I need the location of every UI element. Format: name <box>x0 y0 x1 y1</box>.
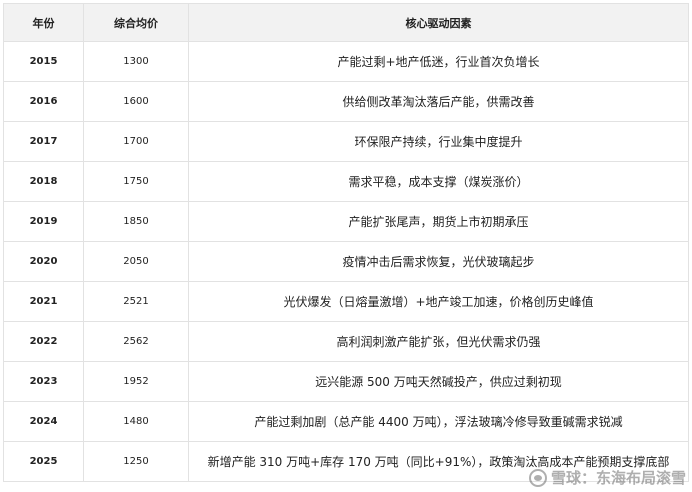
cell-year: 2019 <box>3 201 84 242</box>
cell-year: 2016 <box>3 81 84 122</box>
cell-price: 1300 <box>83 41 189 82</box>
cell-driver: 产能过剩+地产低迷，行业首次负增长 <box>188 41 689 82</box>
cell-price: 1480 <box>83 401 189 442</box>
cell-year: 2023 <box>3 361 84 402</box>
header-year: 年份 <box>3 3 84 42</box>
cell-price: 2050 <box>83 241 189 282</box>
cell-price: 1952 <box>83 361 189 402</box>
table-row: 2018 1750 需求平稳，成本支撑（煤炭涨价） <box>3 161 689 202</box>
table-row: 2020 2050 疫情冲击后需求恢复，光伏玻璃起步 <box>3 241 689 282</box>
soda-ash-price-table: 年份 综合均价 核心驱动因素 2015 1300 产能过剩+地产低迷，行业首次负… <box>3 3 689 482</box>
cell-price: 1700 <box>83 121 189 162</box>
cell-driver: 光伏爆发（日熔量激增）+地产竣工加速，价格创历史峰值 <box>188 281 689 322</box>
cell-driver: 产能扩张尾声，期货上市初期承压 <box>188 201 689 242</box>
cell-driver: 高利润刺激产能扩张，但光伏需求仍强 <box>188 321 689 362</box>
table-row: 2021 2521 光伏爆发（日熔量激增）+地产竣工加速，价格创历史峰值 <box>3 281 689 322</box>
table-body: 2015 1300 产能过剩+地产低迷，行业首次负增长 2016 1600 供给… <box>3 41 689 482</box>
cell-year: 2018 <box>3 161 84 202</box>
cell-driver: 产能过剩加剧（总产能 4400 万吨），浮法玻璃冷修导致重碱需求锐减 <box>188 401 689 442</box>
cell-year: 2022 <box>3 321 84 362</box>
cell-year: 2017 <box>3 121 84 162</box>
table-row: 2025 1250 新增产能 310 万吨+库存 170 万吨（同比+91%），… <box>3 441 689 482</box>
table-row: 2019 1850 产能扩张尾声，期货上市初期承压 <box>3 201 689 242</box>
header-driver: 核心驱动因素 <box>188 3 689 42</box>
cell-price: 1850 <box>83 201 189 242</box>
table-row: 2017 1700 环保限产持续，行业集中度提升 <box>3 121 689 162</box>
header-row: 年份 综合均价 核心驱动因素 <box>3 3 689 42</box>
cell-price: 1250 <box>83 441 189 482</box>
cell-year: 2025 <box>3 441 84 482</box>
cell-price: 2521 <box>83 281 189 322</box>
cell-driver: 远兴能源 500 万吨天然碱投产，供应过剩初现 <box>188 361 689 402</box>
table-row: 2022 2562 高利润刺激产能扩张，但光伏需求仍强 <box>3 321 689 362</box>
table-row: 2023 1952 远兴能源 500 万吨天然碱投产，供应过剩初现 <box>3 361 689 402</box>
cell-price: 1600 <box>83 81 189 122</box>
cell-driver: 新增产能 310 万吨+库存 170 万吨（同比+91%），政策淘汰高成本产能预… <box>188 441 689 482</box>
cell-price: 2562 <box>83 321 189 362</box>
cell-driver: 供给侧改革淘汰落后产能，供需改善 <box>188 81 689 122</box>
cell-driver: 疫情冲击后需求恢复，光伏玻璃起步 <box>188 241 689 282</box>
cell-year: 2020 <box>3 241 84 282</box>
cell-driver: 环保限产持续，行业集中度提升 <box>188 121 689 162</box>
table-row: 2015 1300 产能过剩+地产低迷，行业首次负增长 <box>3 41 689 82</box>
table-row: 2024 1480 产能过剩加剧（总产能 4400 万吨），浮法玻璃冷修导致重碱… <box>3 401 689 442</box>
cell-year: 2024 <box>3 401 84 442</box>
table-header: 年份 综合均价 核心驱动因素 <box>3 3 689 42</box>
table-row: 2016 1600 供给侧改革淘汰落后产能，供需改善 <box>3 81 689 122</box>
cell-price: 1750 <box>83 161 189 202</box>
header-price: 综合均价 <box>83 3 189 42</box>
cell-driver: 需求平稳，成本支撑（煤炭涨价） <box>188 161 689 202</box>
cell-year: 2021 <box>3 281 84 322</box>
cell-year: 2015 <box>3 41 84 82</box>
